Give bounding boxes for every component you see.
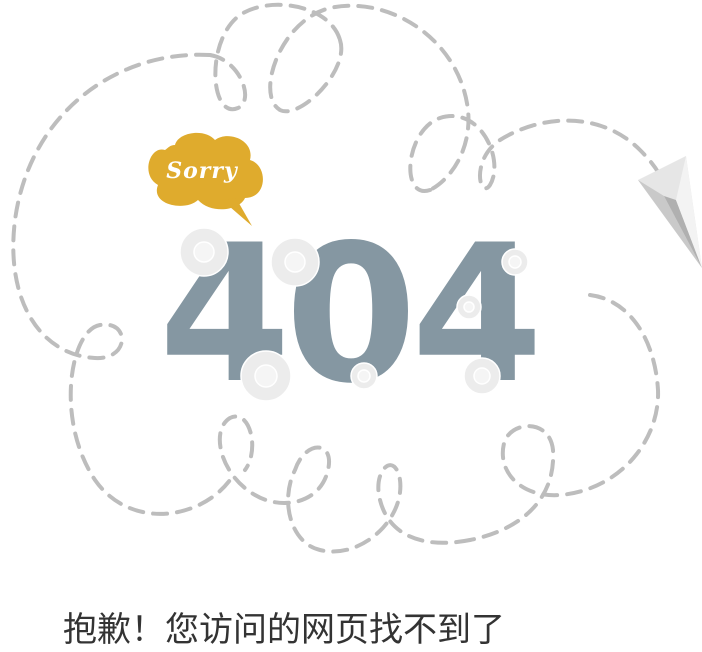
flower-icon: [463, 357, 501, 395]
sorry-label: Sorry: [166, 158, 239, 184]
flower-icon: [350, 362, 378, 390]
paper-plane-icon: [638, 156, 702, 268]
error-page: Sorry 404 抱歉！您访问的网页找不到了: [0, 0, 702, 652]
error-message: 抱歉！您访问的网页找不到了: [63, 610, 505, 650]
error-illustration: Sorry 404: [11, 2, 702, 554]
flower-icon: [179, 227, 229, 277]
flower-icon: [501, 248, 529, 276]
flower-icon: [240, 350, 292, 402]
flower-icon: [456, 294, 482, 320]
flower-icon: [270, 237, 320, 287]
